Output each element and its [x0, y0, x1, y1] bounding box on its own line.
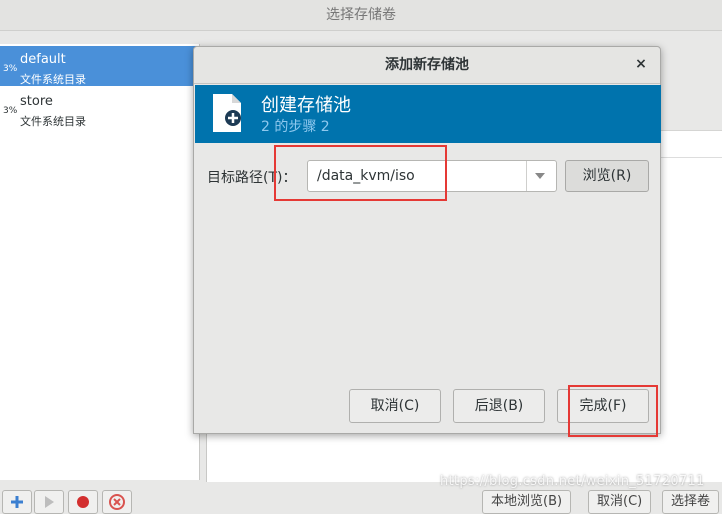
- cancel-button[interactable]: 取消(C): [588, 490, 652, 514]
- add-pool-button[interactable]: [2, 490, 32, 514]
- add-storage-pool-dialog: 添加新存储池 × 创建存储池 2 的步骤 2 目标路径(T)： /data_kv…: [193, 46, 661, 434]
- pool-usage: 3%: [3, 106, 18, 116]
- pool-item-store[interactable]: 3% store 文件系统目录: [0, 88, 199, 128]
- dialog-cancel-button[interactable]: 取消(C): [349, 389, 441, 423]
- browse-local-button[interactable]: 本地浏览(B): [482, 490, 572, 514]
- close-icon[interactable]: ×: [634, 57, 648, 71]
- storage-pool-list[interactable]: 3% default 文件系统目录 3% store 文件系统目录: [0, 44, 200, 480]
- new-document-plus-icon: [213, 94, 241, 132]
- wizard-title: 创建存储池: [261, 95, 351, 116]
- dialog-title: 添加新存储池: [194, 47, 660, 84]
- stop-pool-button[interactable]: [68, 490, 98, 514]
- highlight-box-finish: [568, 385, 658, 437]
- choose-volume-button[interactable]: 选择卷: [662, 490, 720, 514]
- wizard-banner: 创建存储池 2 的步骤 2: [195, 85, 661, 143]
- pool-name: store: [20, 94, 53, 109]
- chevron-down-icon[interactable]: [535, 173, 545, 179]
- highlight-box-path: [274, 145, 447, 201]
- delete-pool-button[interactable]: [102, 490, 132, 514]
- combo-separator: [526, 161, 527, 191]
- browse-button[interactable]: 浏览(R): [565, 160, 649, 192]
- stop-icon: [77, 496, 89, 508]
- pool-item-default[interactable]: 3% default 文件系统目录: [0, 46, 199, 86]
- pool-usage: 3%: [3, 64, 18, 74]
- wizard-step: 2 的步骤 2: [261, 119, 330, 135]
- window-title: 选择存储卷: [0, 0, 722, 31]
- watermark: https://blog.csdn.net/weixin_51720711: [440, 474, 705, 489]
- plus-icon: [11, 496, 23, 508]
- play-icon: [45, 496, 54, 508]
- back-button[interactable]: 后退(B): [453, 389, 545, 423]
- pool-name: default: [20, 52, 66, 67]
- pool-type: 文件系统目录: [20, 73, 86, 86]
- pool-type: 文件系统目录: [20, 115, 86, 128]
- delete-icon: [109, 494, 125, 510]
- start-pool-button[interactable]: [34, 490, 64, 514]
